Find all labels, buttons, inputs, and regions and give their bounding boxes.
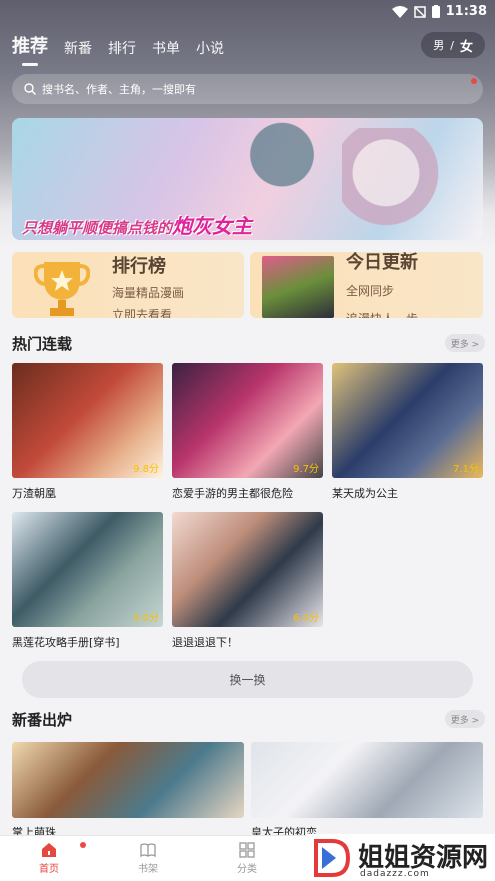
- watermark-logo-icon: [314, 838, 351, 877]
- comic-title: 某天成为公主: [332, 487, 398, 500]
- nav-label: 书架: [138, 864, 158, 875]
- update-cta: 追漫快人一步: [346, 310, 418, 318]
- battery-icon: [431, 5, 440, 18]
- comic-card[interactable]: 6.0分 退退退退下！: [172, 512, 323, 650]
- watermark-subtext: dadazzz.com: [360, 869, 430, 879]
- comic-card[interactable]: 9.0分 黑莲花攻略手册[穿书]: [12, 512, 163, 650]
- signal-off-icon: [413, 5, 426, 18]
- new-comic-cover: [251, 742, 483, 818]
- daily-update-entry-card[interactable]: 今日更新 全网同步 追漫快人一步: [250, 252, 483, 318]
- grid-icon: [239, 842, 255, 858]
- banner-carousel[interactable]: 只想躺平顺便搞点钱的炮灰女主: [12, 118, 483, 240]
- update-subtitle: 全网同步: [346, 284, 395, 298]
- banner-caption-highlight: 炮灰女主: [172, 214, 253, 238]
- comic-score: 9.7分: [293, 464, 319, 475]
- wifi-icon: [391, 5, 408, 18]
- update-title: 今日更新: [346, 252, 418, 273]
- comic-title: 万渣朝凰: [12, 487, 56, 500]
- search-icon: [24, 83, 36, 95]
- comic-cover: 9.7分: [172, 363, 323, 478]
- tab-label: 推荐: [12, 36, 48, 57]
- search-placeholder: 搜书名、作者、主角，一搜即有: [42, 83, 196, 96]
- comic-card[interactable]: 7.1分 某天成为公主: [332, 363, 483, 501]
- comic-score: 6.0分: [293, 613, 319, 624]
- comic-cover: 9.8分: [12, 363, 163, 478]
- hot-more-button[interactable]: 更多 >: [445, 334, 485, 352]
- new-more-button[interactable]: 更多 >: [445, 710, 485, 728]
- comic-cover: 7.1分: [332, 363, 483, 478]
- nav-label: 首页: [39, 864, 59, 875]
- banner-art: [342, 128, 452, 240]
- ranking-subtitle: 海量精品漫画: [112, 286, 185, 300]
- comic-title: 黑莲花攻略手册[穿书]: [12, 636, 120, 649]
- tab-label: 小说: [196, 41, 224, 57]
- status-time: 11:38: [445, 4, 487, 19]
- tab-recommend[interactable]: 推荐: [12, 32, 48, 66]
- nav-home[interactable]: 首页: [19, 842, 79, 875]
- tab-new[interactable]: 新番: [64, 38, 92, 58]
- tab-label: 新番: [64, 41, 92, 57]
- comic-score: 9.0分: [133, 613, 159, 624]
- status-bar: 11:38: [0, 0, 495, 24]
- comic-score: 9.8分: [133, 464, 159, 475]
- notification-dot: [471, 78, 477, 84]
- ranking-cta: 立即去看看: [112, 308, 173, 318]
- gender-toggle[interactable]: 男 / 女: [421, 32, 485, 58]
- comic-card[interactable]: 9.8分 万渣朝凰: [12, 363, 163, 501]
- watermark: 姐姐资源网 dadazzz.com: [306, 834, 495, 881]
- comic-score: 7.1分: [453, 464, 479, 475]
- section-title-hot: 热门连载: [12, 335, 73, 353]
- book-icon: [140, 843, 156, 858]
- section-title-new: 新番出炉: [12, 711, 73, 729]
- nav-bookshelf[interactable]: 书架: [118, 842, 178, 875]
- home-notification-dot: [80, 842, 86, 848]
- swap-button[interactable]: 换一换: [22, 661, 473, 698]
- banner-caption-prefix: 只想躺平顺便搞点钱的: [22, 219, 173, 237]
- tab-ranking[interactable]: 排行: [108, 38, 136, 58]
- ranking-entry-card[interactable]: 排行榜 海量精品漫画 立即去看看: [12, 252, 244, 318]
- top-tabs: 推荐 新番 排行 书单 小说: [12, 32, 224, 66]
- tab-active-indicator: [22, 63, 38, 66]
- new-comic-card[interactable]: 掌上萌珠: [12, 742, 244, 840]
- new-comic-cover: [12, 742, 244, 818]
- watermark-text: 姐姐资源网: [358, 842, 489, 873]
- comic-card[interactable]: 9.7分 恋爱手游的男主都很危险: [172, 363, 323, 501]
- banner-caption: 只想躺平顺便搞点钱的炮灰女主: [22, 210, 252, 239]
- nav-category[interactable]: 分类: [217, 842, 277, 875]
- tab-booklist[interactable]: 书单: [152, 38, 180, 58]
- comic-cover: 6.0分: [172, 512, 323, 627]
- new-comic-card[interactable]: 皇太子的初恋: [251, 742, 483, 840]
- comic-cover: 9.0分: [12, 512, 163, 627]
- gender-female[interactable]: 女: [460, 36, 473, 55]
- gender-male[interactable]: 男: [433, 37, 444, 53]
- ranking-title: 排行榜: [112, 256, 166, 277]
- comic-title: 退退退退下！: [172, 636, 238, 649]
- update-thumbnail: [262, 256, 334, 318]
- search-bar[interactable]: 搜书名、作者、主角，一搜即有: [12, 74, 483, 104]
- comic-title: 恋爱手游的男主都很危险: [172, 487, 293, 500]
- tab-label: 排行: [108, 41, 136, 57]
- gender-separator: /: [450, 38, 454, 52]
- tab-label: 书单: [152, 41, 180, 57]
- home-icon: [42, 843, 56, 857]
- trophy-icon: [34, 262, 90, 316]
- tab-novel[interactable]: 小说: [196, 38, 224, 58]
- nav-label: 分类: [237, 864, 257, 875]
